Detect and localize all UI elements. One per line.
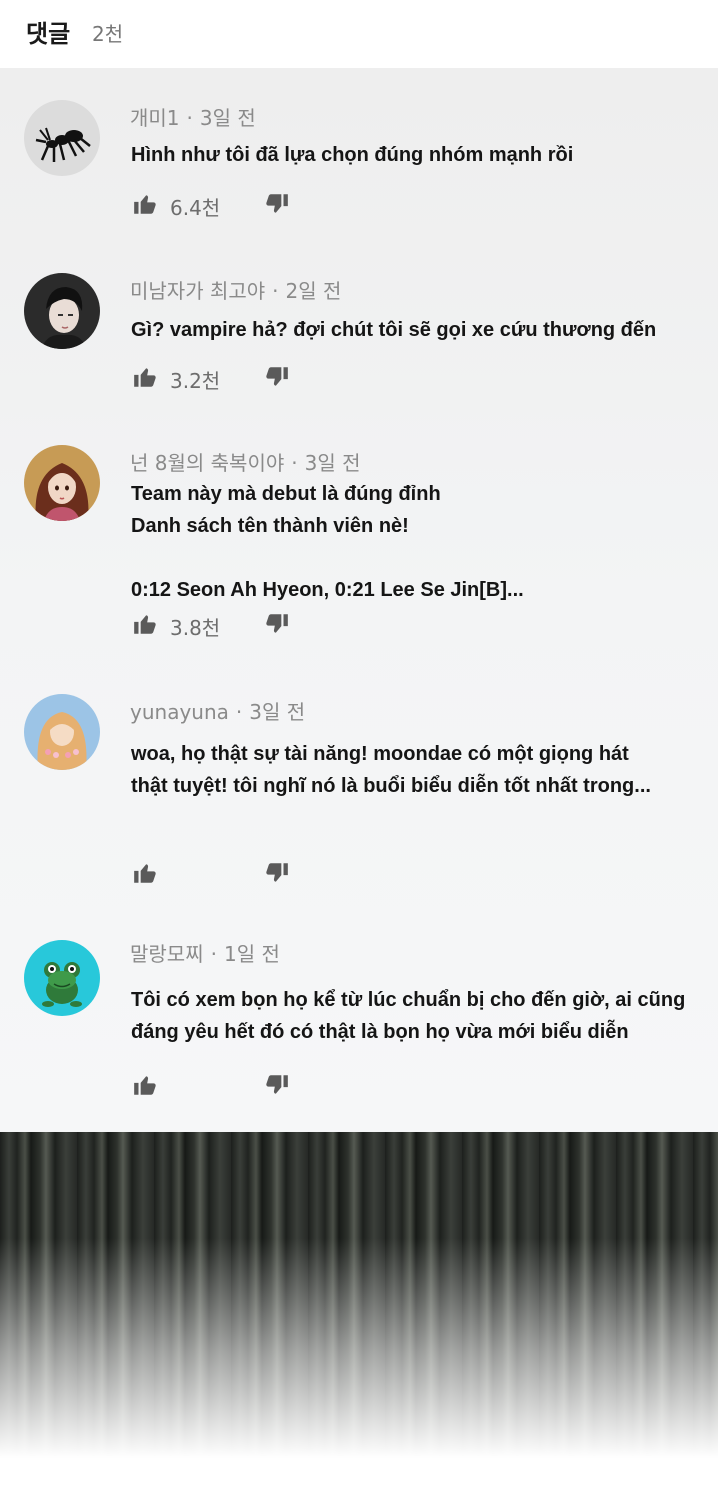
comments-count: 2천 [92, 22, 124, 46]
frog-avatar-icon [24, 940, 100, 1016]
comment-time: 2일 전 [285, 279, 342, 303]
comment-text: woa, họ thật sự tài năng! moondae có một… [131, 743, 651, 797]
like-count: 6.4천 [170, 196, 221, 220]
comment-text: Gì? vampire hả? đợi chút tôi sẽ gọi xe c… [131, 319, 657, 341]
comment-text: Hình như tôi đã lựa chọn đúng nhóm mạnh … [131, 144, 574, 166]
avatar[interactable] [24, 940, 100, 1016]
comment-time: 3일 전 [249, 700, 306, 724]
comment-meta: 말랑모찌 · 1일 전 [130, 938, 280, 967]
avatar[interactable] [24, 273, 100, 349]
meta-separator: · [291, 451, 298, 475]
meta-separator: · [210, 942, 217, 966]
thumbs-up-icon[interactable] [132, 611, 158, 637]
comment-author[interactable]: 넌 8월의 축복이야 [130, 451, 284, 475]
comment-meta: 넌 8월의 축복이야 · 3일 전 [130, 447, 361, 476]
comment-time: 1일 전 [223, 942, 280, 966]
meta-separator: · [235, 700, 243, 724]
thumbs-down-icon[interactable] [264, 364, 290, 390]
like-count: 3.8천 [170, 616, 221, 640]
comment-author[interactable]: yunayuna [130, 700, 229, 724]
like-count: 3.2천 [170, 369, 221, 393]
comment-author[interactable]: 말랑모찌 [130, 942, 204, 966]
avatar[interactable] [24, 694, 100, 770]
thumbs-up-icon[interactable] [132, 191, 158, 217]
comments-list: 개미1 · 3일 전 Hình như tôi đã lựa chọn đúng n… [0, 68, 718, 1132]
avatar[interactable] [24, 445, 100, 521]
stripe-fade-overlay [0, 1132, 718, 1511]
comment-meta: 개미1 · 3일 전 [130, 102, 256, 131]
ant-avatar-icon [24, 100, 100, 176]
thumbs-up-icon[interactable] [132, 1072, 158, 1098]
thumbs-down-icon[interactable] [264, 191, 290, 217]
comment-time: 3일 전 [304, 451, 361, 475]
thumbs-down-icon[interactable] [264, 860, 290, 886]
comment-time: 3일 전 [199, 106, 256, 130]
girl-avatar-icon [24, 445, 100, 521]
comment-author[interactable]: 개미1 [130, 106, 180, 130]
decorative-stripe-band [0, 1132, 718, 1511]
comment-meta: yunayuna · 3일 전 [130, 696, 305, 725]
boy-avatar-icon [24, 273, 100, 349]
comment-text: Team này mà debut là đúng đỉnh Danh sách… [131, 483, 524, 601]
thumbs-up-icon[interactable] [132, 860, 158, 886]
thumbs-up-icon[interactable] [132, 364, 158, 390]
comments-title: 댓글 [26, 20, 71, 48]
comment-meta: 미남자가 최고야 · 2일 전 [130, 275, 341, 304]
thumbs-down-icon[interactable] [264, 611, 290, 637]
thumbs-down-icon[interactable] [264, 1072, 290, 1098]
comments-header: 댓글 2천 [0, 0, 718, 68]
comment-text: Tôi có xem bọn họ kể từ lúc chuẩn bị cho… [131, 989, 686, 1043]
meta-separator: · [272, 279, 279, 303]
meta-separator: · [186, 106, 193, 130]
blonde-girl-avatar-icon [24, 694, 100, 770]
avatar[interactable] [24, 100, 100, 176]
comment-author[interactable]: 미남자가 최고야 [130, 279, 265, 303]
